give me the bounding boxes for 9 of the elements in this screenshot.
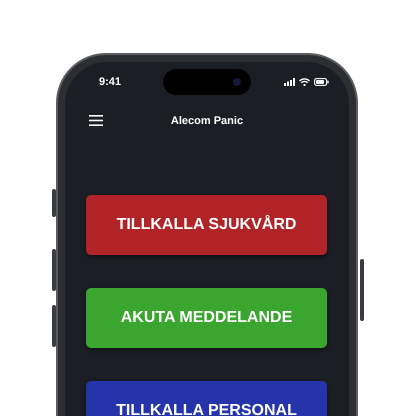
menu-button[interactable] (89, 114, 103, 126)
action-button[interactable]: TILLKALLA PERSONAL (86, 381, 327, 416)
action-button[interactable]: TILLKALLA SJUKVÅRD (86, 195, 327, 255)
wifi-icon (299, 78, 310, 86)
menu-icon (89, 114, 103, 126)
app-title: Alecom Panic (170, 115, 244, 127)
signal-icon (284, 78, 295, 86)
status-time: 9:41 (99, 76, 122, 88)
battery-icon (314, 78, 329, 86)
